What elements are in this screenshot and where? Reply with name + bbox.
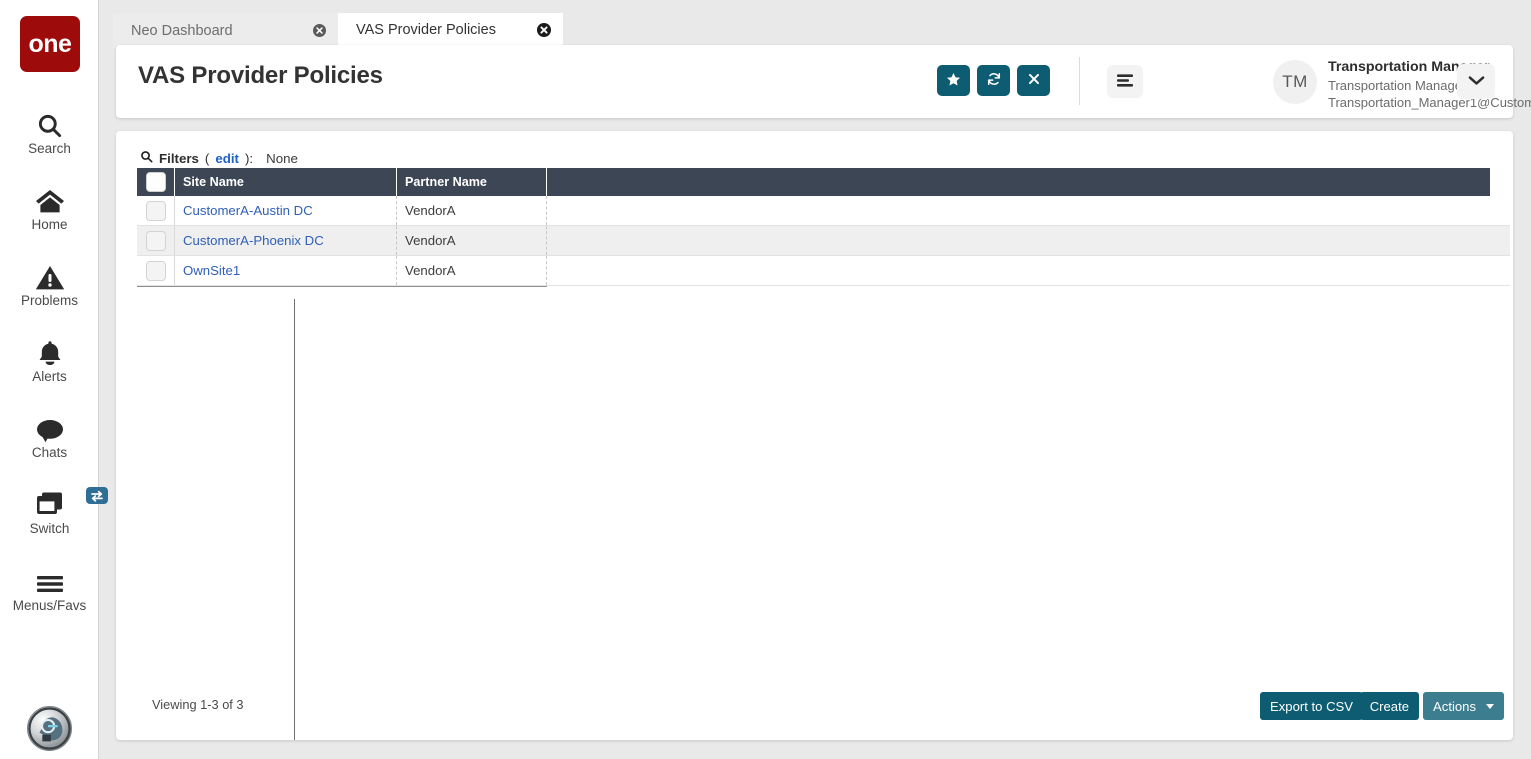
sidebar-label-search: Search [28,141,71,156]
user-email: Transportation_Manager1@CustomerA [1328,94,1531,110]
data-grid: Site Name Partner Name CustomerA-Austin … [137,168,1510,287]
cell-partner-name: VendorA [397,226,547,255]
user-menu-dropdown-button[interactable] [1457,64,1495,99]
sidebar-item-search[interactable]: Search [0,105,99,157]
sidebar-item-home[interactable]: Home [0,181,99,233]
main-region: Neo Dashboard VAS Provider Policies VAS … [99,0,1531,759]
site-name-link[interactable]: CustomerA-Phoenix DC [183,233,324,248]
sidebar-label-alerts: Alerts [32,369,67,384]
row-select-cell [137,256,175,285]
search-icon [140,150,153,166]
cell-partner-name: VendorA [397,256,547,285]
hamburger-icon [35,562,65,596]
one-network-logo[interactable]: one [20,16,80,72]
sidebar-label-problems: Problems [20,293,79,308]
sidebar-item-problems[interactable]: Problems [0,257,99,309]
table-row[interactable]: CustomerA-Phoenix DC VendorA [137,226,1510,256]
tab-vas-provider-policies[interactable]: VAS Provider Policies [338,13,563,48]
close-button[interactable] [1017,65,1050,96]
site-name-link[interactable]: OwnSite1 [183,263,240,278]
close-circle-icon[interactable] [523,22,551,37]
row-select-cell [137,226,175,255]
select-all-checkbox[interactable] [145,172,166,192]
record-count-label: Viewing 1-3 of 3 [152,697,244,712]
search-icon [36,105,63,139]
column-header-site-name[interactable]: Site Name [175,168,397,196]
sidebar-item-alerts[interactable]: Alerts [0,333,99,385]
filters-label: Filters [159,150,199,166]
select-all-cell [137,168,175,196]
home-icon [35,181,65,215]
refresh-icon [986,71,1002,90]
column-header-filler [547,168,1490,196]
list-menu-button[interactable] [1107,65,1143,98]
page-title: VAS Provider Policies [138,62,383,89]
frozen-column-divider [294,299,295,740]
user-info: Transportation Manager Transportation Ma… [1328,58,1531,111]
sidebar-item-menus-favs[interactable]: Menus/Favs [0,562,99,614]
chat-bubble-icon [35,409,65,443]
cell-partner-name: VendorA [397,196,547,225]
cell-site-name: CustomerA-Phoenix DC [175,226,397,255]
tab-neo-dashboard[interactable]: Neo Dashboard [113,13,338,48]
application-window: one Search Home Problems Alerts Chats Sw… [0,0,1531,759]
logo-text: one [28,29,72,58]
filters-bar: Filters ( edit): None [140,150,298,166]
assistant-avatar-icon[interactable] [27,706,72,751]
star-icon [946,72,961,90]
sidebar-label-switch: Switch [29,521,70,536]
create-button[interactable]: Create [1359,692,1419,720]
caret-down-icon [1486,703,1494,709]
table-row[interactable]: OwnSite1 VendorA [137,256,1510,286]
create-label: Create [1369,698,1409,714]
actions-label: Actions [1433,698,1476,714]
warning-triangle-icon [35,257,65,291]
user-username: Transportation Manager1 [1328,77,1474,93]
tab-label: VAS Provider Policies [356,21,496,38]
refresh-button[interactable] [977,65,1010,96]
left-navigation-rail: one Search Home Problems Alerts Chats Sw… [0,0,108,759]
row-select-cell [137,196,175,225]
filters-open-paren: ( [204,150,210,166]
avatar-initials: TM [1282,72,1308,91]
export-to-csv-label: Export to CSV [1270,698,1353,714]
bell-icon [36,333,64,367]
site-name-link[interactable]: CustomerA-Austin DC [183,203,313,218]
cell-site-name: CustomerA-Austin DC [175,196,397,225]
sidebar-label-menus-favs: Menus/Favs [12,598,87,613]
row-checkbox[interactable] [145,200,166,221]
favorite-button[interactable] [937,65,970,96]
header-divider [1079,57,1080,105]
cell-site-name: OwnSite1 [175,256,397,285]
row-checkbox[interactable] [145,260,166,281]
filters-close-paren: ): [244,150,254,166]
column-header-partner-name[interactable]: Partner Name [397,168,547,196]
table-row[interactable]: CustomerA-Austin DC VendorA [137,196,1510,226]
filters-edit-link[interactable]: edit [215,151,239,166]
sidebar-item-switch[interactable]: Switch [0,485,108,537]
grid-bottom-border [137,286,547,287]
user-display-name: Transportation Manager [1328,59,1490,75]
sidebar-label-home: Home [31,217,68,232]
tab-label: Neo Dashboard [131,22,233,39]
row-checkbox[interactable] [145,230,166,251]
close-circle-icon[interactable] [299,24,326,37]
data-grid-card: Filters ( edit): None Site Name Partner N… [116,131,1513,740]
windows-stack-icon [33,485,108,519]
sidebar-item-chats[interactable]: Chats [0,409,99,461]
list-menu-icon [1116,73,1134,91]
sidebar-label-chats: Chats [31,445,68,460]
swap-arrows-icon[interactable] [85,487,108,504]
filters-value: None [266,150,298,166]
grid-header-row: Site Name Partner Name [137,168,1490,196]
page-header-card: VAS Provider Policies TM Transportation … [116,45,1531,118]
export-to-csv-button[interactable]: Export to CSV [1260,692,1363,720]
actions-dropdown-button[interactable]: Actions [1423,692,1504,720]
avatar[interactable]: TM [1273,60,1317,104]
chevron-down-icon [1468,74,1485,89]
x-icon [1027,72,1041,89]
tab-strip: Neo Dashboard VAS Provider Policies [99,0,1531,48]
